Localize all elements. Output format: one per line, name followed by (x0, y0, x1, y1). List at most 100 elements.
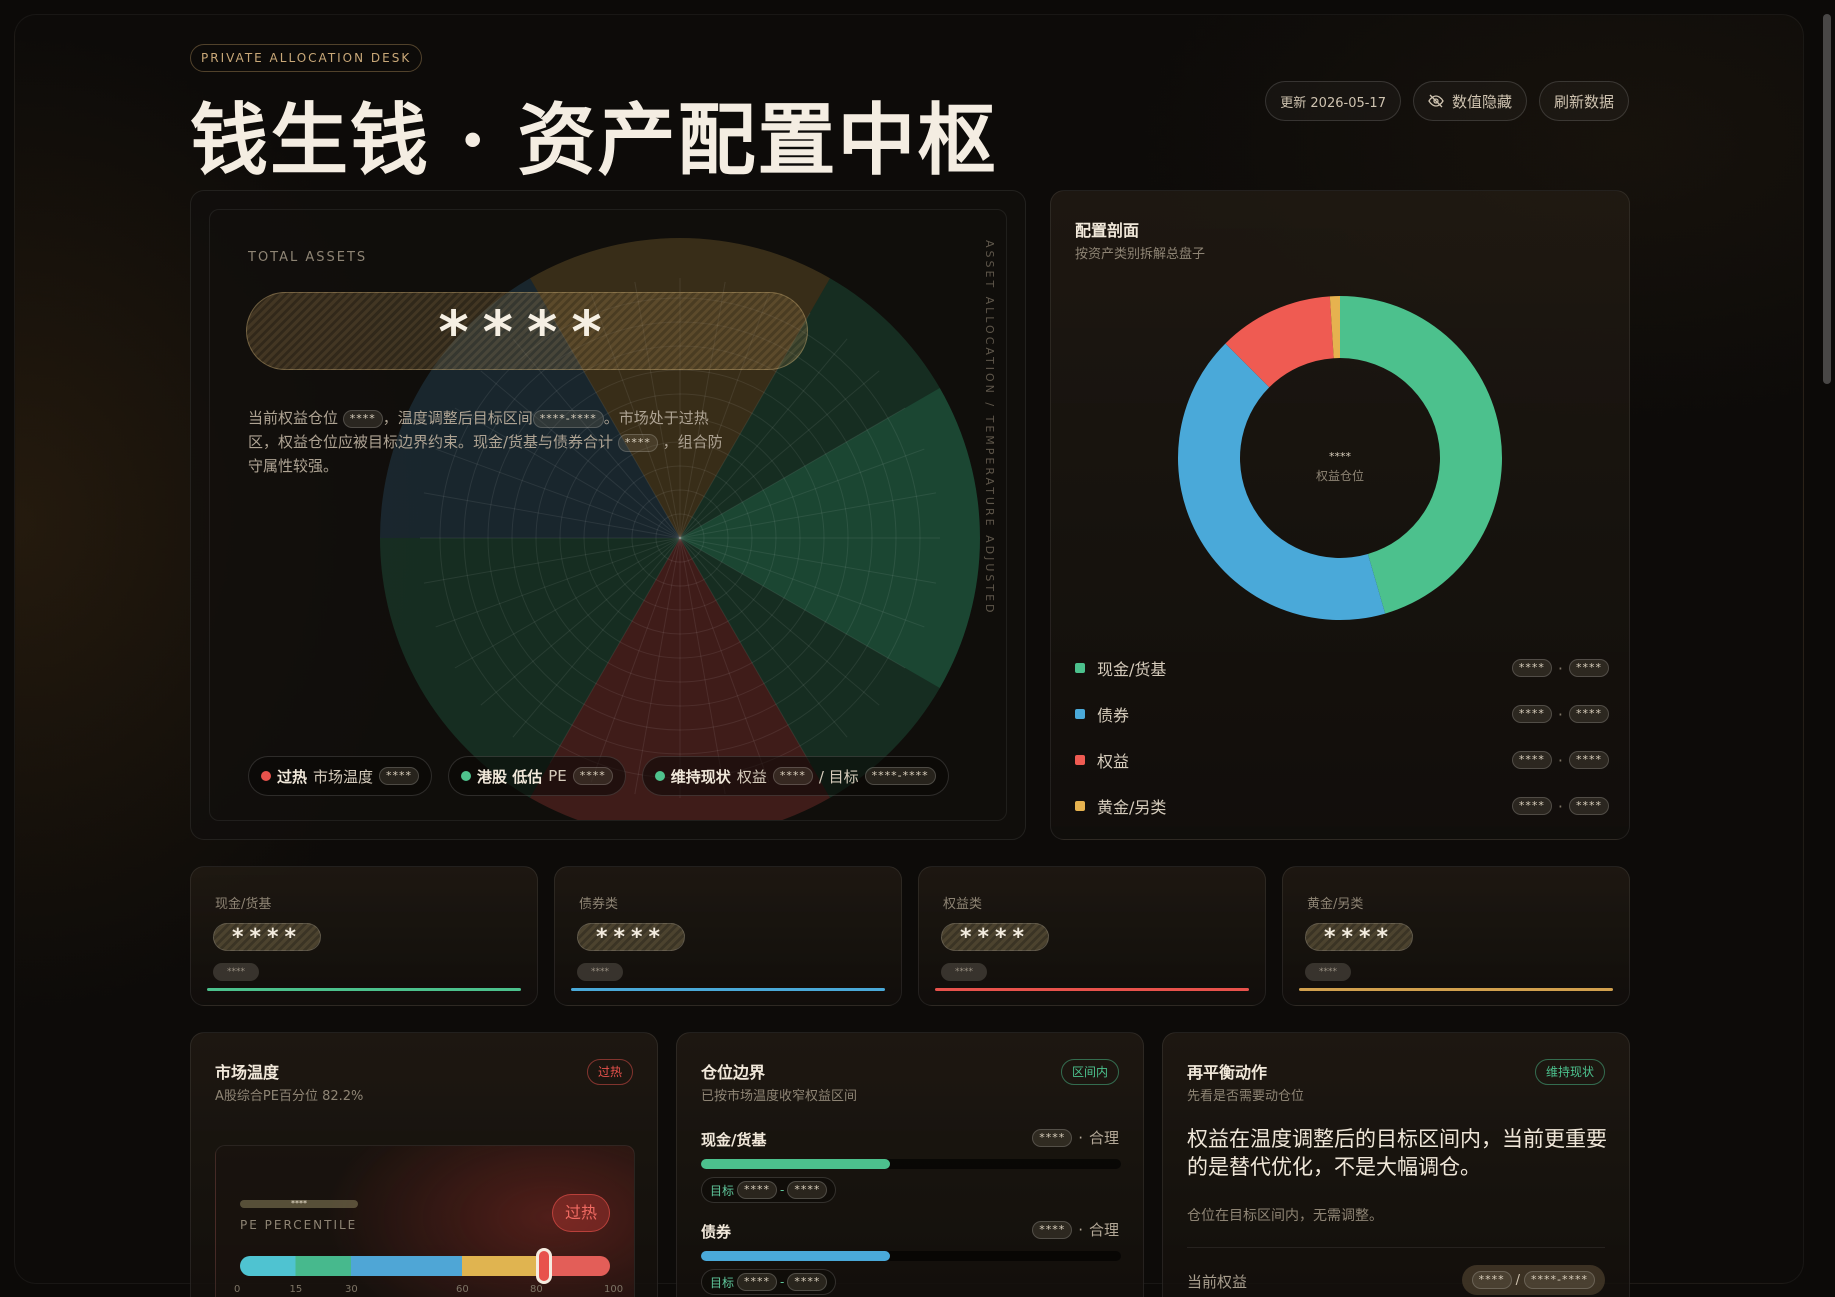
chip-hk-pe[interactable]: 港股 低估 PE **** (448, 756, 626, 796)
chip-value: **** (572, 767, 613, 785)
masked-value: ****-**** (532, 409, 604, 428)
scale-tick: 100 (604, 1284, 624, 1295)
status-dot (461, 771, 472, 781)
target-label: 目标 (710, 1275, 735, 1290)
position-row-label: 现金/货基 (701, 1131, 767, 1149)
summary-label: 现金/货基 (215, 897, 272, 912)
total-assets-label: TOTAL ASSETS (248, 250, 368, 265)
legend-item[interactable]: 债券 **** · **** (1075, 691, 1609, 737)
position-status: 合理 (1088, 1129, 1119, 1147)
masked-value: ****-**** (1524, 1271, 1595, 1289)
card-title: 仓位边界 (701, 1063, 766, 1082)
summary-card-gold[interactable]: 黄金/另类 **** **** (1282, 866, 1630, 1006)
summary-value: **** (213, 923, 322, 951)
market-temperature-card: 市场温度 A股综合PE百分位 82.2% 过热 **** PE PERCENTI… (190, 1032, 658, 1297)
legend-value: **** (1511, 705, 1552, 723)
percentile-scale (240, 1256, 610, 1276)
masked-value: **** (737, 1181, 778, 1199)
chip-label: 市场温度 (313, 767, 374, 786)
legend-item[interactable]: 现金/货基 **** · **** (1075, 645, 1609, 691)
summary-bar (207, 988, 521, 991)
summary-sub: **** (577, 963, 623, 981)
legend-values: **** · **** (1511, 751, 1609, 770)
summary-bar (571, 988, 885, 991)
page-title: 钱生钱 · 资产配置中枢 (190, 95, 998, 186)
summary-label: 权益类 (943, 897, 983, 912)
legend-label: 现金/货基 (1097, 660, 1167, 679)
legend-item[interactable]: 权益 **** · **** (1075, 737, 1609, 783)
hide-values-label: 数值隐藏 (1451, 92, 1512, 111)
legend-item[interactable]: 黄金/另类 **** · **** (1075, 783, 1609, 829)
legend-swatch (1075, 709, 1085, 719)
chip-market-temp[interactable]: 过热 市场温度 **** (248, 756, 433, 796)
summary-value: **** (577, 923, 686, 951)
allocation-legend: 现金/货基 **** · **** 债券 **** · **** 权益 **** · ***… (1075, 645, 1609, 829)
target-chip: 目标 **** - **** (701, 1177, 837, 1203)
summary-sub: **** (941, 963, 987, 981)
masked-value: **** (617, 433, 658, 452)
card-subtitle: 已按市场温度收窄权益区间 (701, 1089, 858, 1104)
masked-value: **** (787, 1273, 828, 1291)
masked-value: **** (1032, 1128, 1073, 1147)
masked-value: **** (1471, 1271, 1512, 1289)
chip-rebalance[interactable]: 维持现状 权益 **** / 目标 ****-**** (641, 756, 949, 796)
summary-card-equity[interactable]: 权益类 **** **** (918, 866, 1266, 1006)
position-row-value: **** · 合理 (1032, 1127, 1119, 1148)
updated-badge: 更新 2026-05-17 (1265, 81, 1401, 121)
temp-status-badge: 过热 (586, 1059, 633, 1085)
chip-value: **** (772, 767, 813, 785)
legend-value: **** (1511, 751, 1552, 769)
desc-text: ，温度调整后目标区间 (382, 409, 533, 427)
legend-label: 权益 (1097, 752, 1130, 771)
target-label: 目标 (710, 1183, 735, 1198)
summary-card-bond[interactable]: 债券类 **** **** (554, 866, 902, 1006)
chip-status: 维持现状 (670, 767, 731, 786)
allocation-subtitle: 按资产类别拆解总盘子 (1075, 247, 1206, 262)
hero-description: 当前权益仓位 **** ，温度调整后目标区间 ****-**** 。市场处于过热区，权… (248, 406, 728, 478)
legend-label: 黄金/另类 (1097, 798, 1167, 817)
chip-status: 过热 (277, 767, 308, 786)
legend-value: **** (1511, 659, 1552, 677)
summary-label: 黄金/另类 (1307, 897, 1364, 912)
legend-values: **** · **** (1511, 659, 1609, 678)
chip-sep: / 目标 (818, 767, 859, 786)
card-title: 再平衡动作 (1187, 1063, 1268, 1082)
summary-card-cash[interactable]: 现金/货基 **** **** (190, 866, 538, 1006)
percentile-marker[interactable] (536, 1248, 553, 1284)
legend-swatch (1075, 663, 1085, 673)
legend-value: **** (1511, 797, 1552, 815)
total-assets-card: TOTAL ASSETS **** 当前权益仓位 **** ，温度调整后目标区间 *… (190, 190, 1026, 840)
status-dot (654, 771, 665, 781)
position-track (701, 1251, 1121, 1261)
scale-tick: 30 (345, 1284, 358, 1295)
card-subtitle: A股综合PE百分位 82.2% (215, 1089, 364, 1104)
legend-swatch (1075, 755, 1085, 765)
allocation-donut: **** 权益仓位 (1178, 296, 1502, 620)
card-title: 市场温度 (215, 1063, 280, 1082)
masked-value: **** (737, 1273, 778, 1291)
donut-center-value: **** (1329, 450, 1352, 463)
allocation-card: 配置剖面 按资产类别拆解总盘子 **** 权益仓位 现金/货基 **** · ***… (1050, 190, 1630, 840)
legend-share: **** (1569, 659, 1609, 677)
position-track (701, 1159, 1121, 1169)
hide-values-button[interactable]: 数值隐藏 (1412, 81, 1527, 121)
bounds-status-badge: 区间内 (1060, 1059, 1119, 1085)
masked-value: **** (342, 409, 383, 428)
legend-share: **** (1569, 797, 1609, 815)
masked-value: **** (787, 1181, 828, 1199)
chip-label: 权益 (736, 767, 767, 786)
position-fill (701, 1159, 890, 1169)
desk-tag: PRIVATE ALLOCATION DESK (190, 44, 423, 72)
summary-bar (1299, 988, 1613, 991)
temperature-gauge-box: **** PE PERCENTILE 过热 0 15 30 60 80 100 (215, 1145, 635, 1297)
position-row-value: **** · 合理 (1032, 1219, 1119, 1240)
donut-center-label: 权益仓位 (1316, 468, 1364, 483)
total-assets-inner: TOTAL ASSETS **** 当前权益仓位 **** ，温度调整后目标区间 *… (209, 209, 1007, 821)
top-actions: 更新 2026-05-17 数值隐藏 刷新数据 (1265, 81, 1629, 121)
refresh-button[interactable]: 刷新数据 (1538, 81, 1629, 121)
scrollbar[interactable] (1823, 14, 1831, 384)
status-chips: 过热 市场温度 **** 港股 低估 PE **** 维持现状 权益 **** … (248, 756, 949, 796)
masked-value: **** (1032, 1220, 1073, 1239)
scale-tick: 80 (530, 1284, 543, 1295)
allocation-title: 配置剖面 (1075, 221, 1140, 240)
